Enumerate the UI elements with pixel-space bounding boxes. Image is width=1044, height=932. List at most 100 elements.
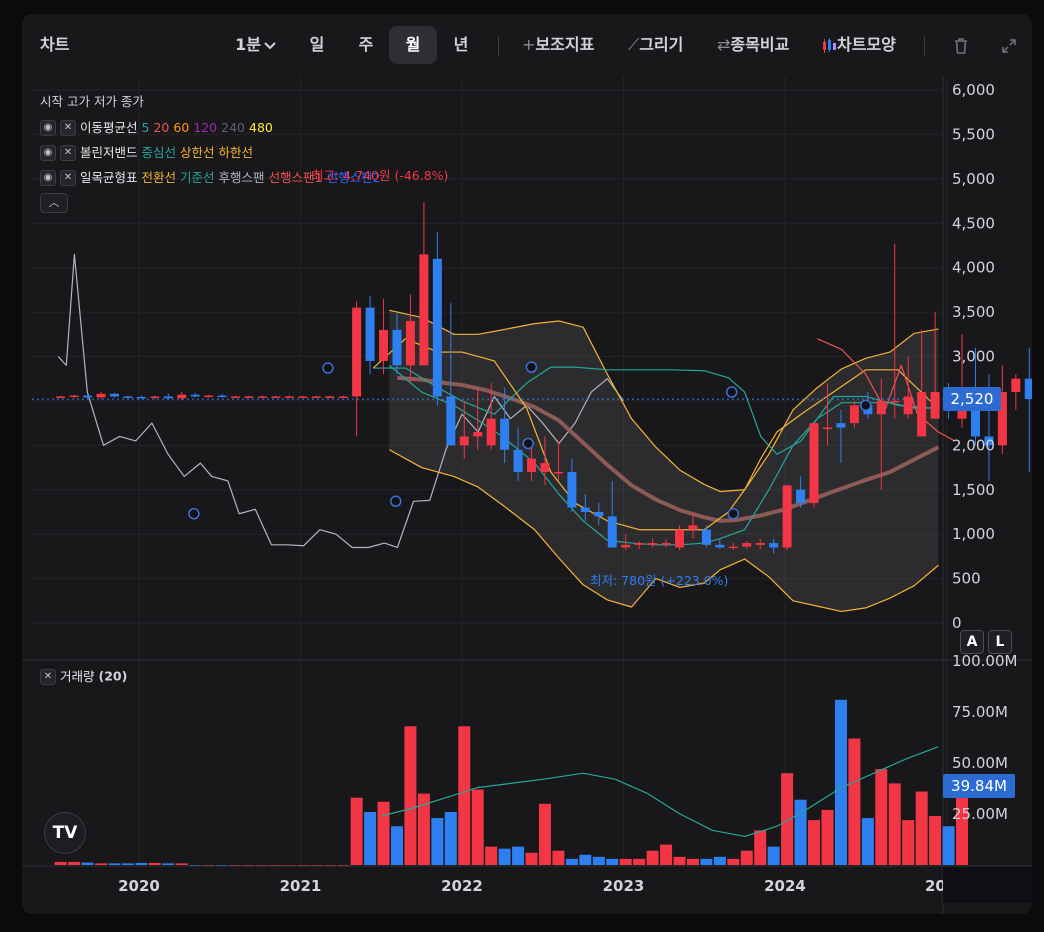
tradingview-logo[interactable]: TV <box>44 812 86 854</box>
volume-bar <box>350 797 363 865</box>
volume-bar <box>95 863 108 865</box>
ichimoku-marker <box>188 507 200 520</box>
volume-legend: ✕ 거래량 (20) <box>40 666 127 687</box>
candle-body <box>150 396 160 398</box>
volume-bar <box>525 852 538 865</box>
volume-axis-label: 75.00M <box>952 703 1008 721</box>
ichimoku-marker <box>390 495 402 508</box>
candle-body <box>500 418 510 450</box>
volume-bar <box>727 858 740 865</box>
price-axis-label: 3,000 <box>952 348 995 366</box>
low-annotation: 최저: 780원 (+223.0%) <box>590 573 729 588</box>
candle-body <box>446 396 456 446</box>
candle-body <box>648 543 658 545</box>
candle-body <box>459 436 469 446</box>
volume-bar <box>498 848 511 865</box>
ichimoku-marker <box>522 437 534 450</box>
volume-bar <box>646 850 659 865</box>
candle-body <box>298 396 308 398</box>
close-icon[interactable]: ✕ <box>60 144 76 161</box>
volume-bar <box>875 769 888 865</box>
candle-body <box>486 418 496 446</box>
log-scale-button[interactable]: L <box>988 630 1012 654</box>
ma-legend: ◉ ✕ 이동평균선 5 20 60 120 240 480 <box>40 117 277 137</box>
candle-body <box>136 396 146 399</box>
bollinger-legend-items: 중심선 상한선 하한선 <box>141 144 258 160</box>
price-axis-label: 3,500 <box>952 303 995 321</box>
candle-body <box>836 423 846 428</box>
candle-body <box>69 395 79 398</box>
chevron-up-icon[interactable]: ︿ <box>40 193 68 213</box>
time-axis-label: 2023 <box>603 877 645 895</box>
eye-off-icon[interactable]: ◉ <box>40 169 56 186</box>
ma-legend-item: 60 <box>173 119 190 135</box>
bollinger-legend-item: 중심선 <box>141 144 177 160</box>
candle-body <box>782 485 792 548</box>
high-annotation: 최고: 4,740원 (-46.8%) <box>312 168 449 183</box>
volume-bar <box>431 818 444 865</box>
ichimoku-legend-item: 후행스팬 <box>218 169 265 185</box>
volume-bar <box>794 799 807 865</box>
candle-body <box>621 544 631 548</box>
price-axis-label: 5,000 <box>952 170 995 188</box>
volume-bar <box>189 865 202 866</box>
bollinger-legend: ◉ ✕ 볼린저밴드 중심선 상한선 하한선 <box>40 142 257 162</box>
volume-bar <box>902 820 915 865</box>
volume-bar <box>660 844 673 865</box>
volume-bar <box>229 865 242 866</box>
candle-body <box>163 396 173 399</box>
time-axis-label: 2020 <box>118 877 160 895</box>
ohlc-legend: 시작 고가 저가 종가 <box>40 94 144 109</box>
candle-body <box>56 396 66 398</box>
candle-body <box>755 543 765 545</box>
time-axis-label: 2021 <box>280 877 322 895</box>
volume-bar <box>296 865 309 866</box>
volume-bar <box>767 846 780 865</box>
volume-bar <box>337 865 350 866</box>
candle-body <box>123 396 133 398</box>
close-icon[interactable]: ✕ <box>60 119 76 136</box>
candle-body <box>917 392 927 437</box>
ma-legend-item: 240 <box>221 119 245 135</box>
volume-bar <box>364 811 377 865</box>
time-axis-label: 2024 <box>764 877 806 895</box>
volume-bar <box>606 858 619 865</box>
volume-bar <box>942 826 955 865</box>
volume-bar <box>283 865 296 866</box>
candle-body <box>930 392 940 419</box>
time-axis-label: 2022 <box>441 877 483 895</box>
volume-bar <box>202 865 215 866</box>
volume-legend-period: (20) <box>98 668 128 684</box>
eye-off-icon[interactable]: ◉ <box>40 119 56 136</box>
candle-body <box>177 394 187 399</box>
candle-body <box>849 405 859 424</box>
eye-off-icon[interactable]: ◉ <box>40 144 56 161</box>
price-axis-label: 1,500 <box>952 481 995 499</box>
ma-legend-name: 이동평균선 <box>80 119 138 135</box>
volume-bar <box>754 830 767 865</box>
candle-body <box>96 393 106 398</box>
volume-bar <box>135 862 148 865</box>
volume-bar <box>148 862 161 865</box>
bollinger-legend-name: 볼린저밴드 <box>80 144 138 160</box>
candle-body <box>876 400 886 415</box>
candle-body <box>325 396 335 398</box>
volume-bar <box>216 865 229 866</box>
volume-bar <box>108 863 121 865</box>
axis-corner <box>943 867 1032 903</box>
volume-bar <box>781 773 794 865</box>
candle-body <box>675 529 685 548</box>
close-icon[interactable]: ✕ <box>40 668 56 685</box>
candle-body <box>257 396 267 398</box>
last-price-tag: 2,520 <box>943 387 1001 411</box>
candle-body <box>1024 378 1032 400</box>
candle-body <box>231 396 241 398</box>
volume-legend-name: 거래량 <box>60 668 95 684</box>
volume-bar <box>54 861 67 865</box>
candle-body <box>379 329 389 361</box>
volume-bar <box>713 856 726 865</box>
candle-body <box>271 396 281 398</box>
auto-scale-button[interactable]: A <box>960 630 984 654</box>
candle-body <box>405 320 415 366</box>
close-icon[interactable]: ✕ <box>60 169 76 186</box>
